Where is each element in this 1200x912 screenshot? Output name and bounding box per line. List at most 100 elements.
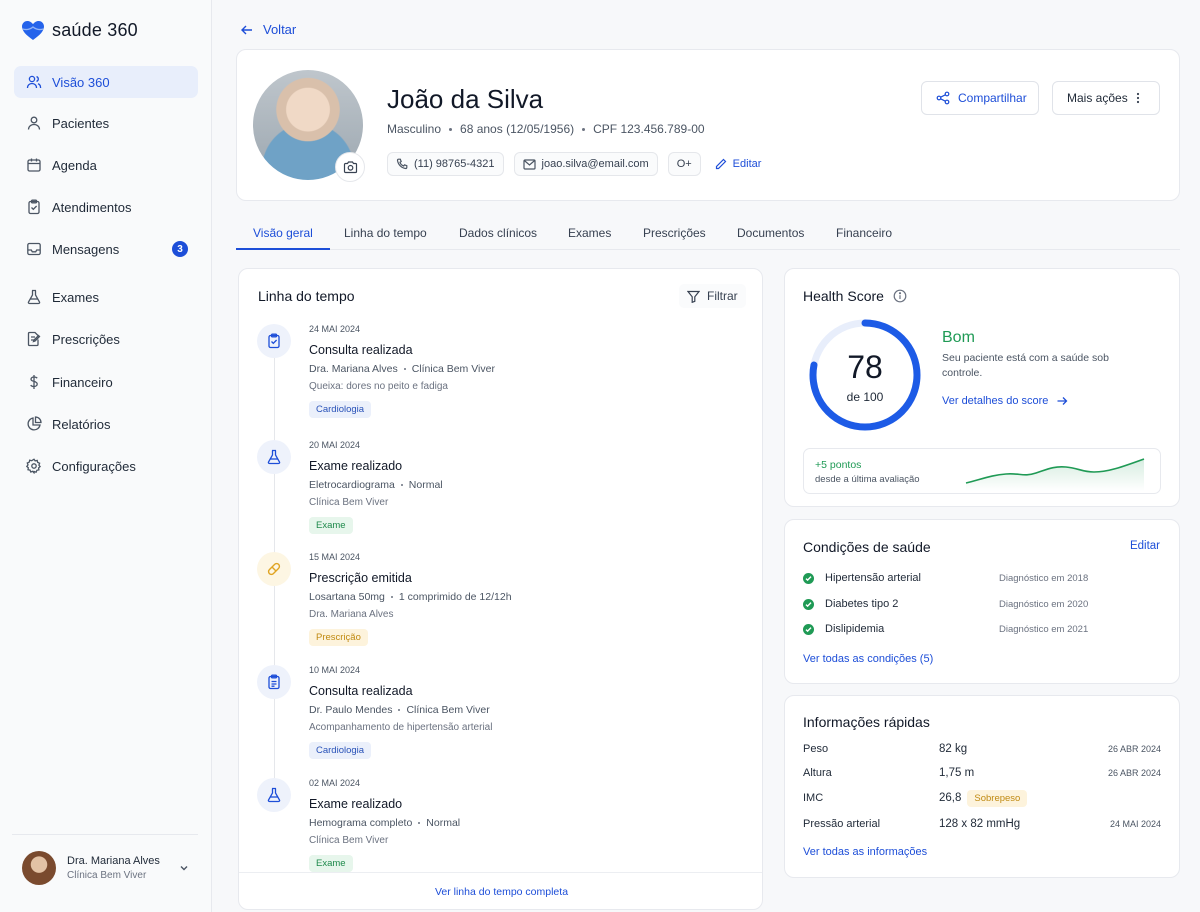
camera-icon[interactable] xyxy=(335,152,365,182)
sparkline-area xyxy=(966,459,1144,491)
sidebar-item-label: Visão 360 xyxy=(52,74,110,90)
see-all-info-link[interactable]: Ver todas as informações xyxy=(803,846,927,858)
clipboard-icon xyxy=(26,199,42,215)
trend-sparkline xyxy=(965,458,1145,491)
quick-info-row: Altura 1,75 m 26 ABR 2024 xyxy=(803,764,1161,782)
quick-info-value: 128 x 82 mmHg xyxy=(939,818,1021,830)
timeline-title-text: Exame realizado xyxy=(309,797,403,811)
tab-dados-clinicos[interactable]: Dados clínicos xyxy=(442,222,554,250)
separator-dot xyxy=(418,822,421,824)
tab-visao-geral[interactable]: Visão geral xyxy=(236,222,330,250)
user-icon xyxy=(26,115,42,131)
condition-date: Diagnóstico em 2018 xyxy=(999,572,1089,584)
separator-dot xyxy=(449,127,453,131)
condition-name: Dislipidemia xyxy=(825,623,885,635)
document-icon xyxy=(257,665,291,699)
more-actions-button[interactable]: Mais ações xyxy=(1052,81,1160,115)
timeline-date: 15 MAI 2024 xyxy=(309,552,361,562)
edit-conditions-link[interactable]: Editar xyxy=(1130,540,1160,552)
timeline-tag: Exame xyxy=(309,855,353,872)
tab-prescricoes[interactable]: Prescrições xyxy=(626,222,723,250)
sidebar-item-prescricoes[interactable]: Prescrições xyxy=(14,323,198,355)
timeline-full-link[interactable]: Ver linha do tempo completa xyxy=(239,872,762,909)
edit-label: Editar xyxy=(732,158,762,170)
timeline-sub-b: 1 comprimido de 12/12h xyxy=(398,591,512,603)
timeline-sub-b: Normal xyxy=(426,817,461,829)
quick-info-date: 24 MAI 2024 xyxy=(1109,819,1161,829)
arrow-left-icon xyxy=(240,23,254,37)
status-badge: Sobrepeso xyxy=(967,789,1028,807)
sidebar-item-relatorios[interactable]: Relatórios xyxy=(14,408,198,440)
patient-name: João da Silva xyxy=(387,84,544,114)
see-all-conditions-link[interactable]: Ver todas as condições (5) xyxy=(803,653,933,665)
blood-type-chip: O+ xyxy=(667,152,701,176)
back-link[interactable]: Voltar xyxy=(240,22,296,37)
tab-linha-do-tempo[interactable]: Linha do tempo xyxy=(327,222,444,250)
tab-financeiro[interactable]: Financeiro xyxy=(819,222,909,250)
sidebar-item-label: Atendimentos xyxy=(52,199,132,215)
timeline-subtitle: Hemograma completo Normal xyxy=(309,817,460,829)
phone-chip[interactable]: (11) 98765-4321 xyxy=(387,152,504,176)
timeline-subtitle: Losartana 50mg 1 comprimido de 12/12h xyxy=(309,591,512,603)
health-conditions-card: Condições de saúde Editar Hipertensão ar… xyxy=(784,519,1180,684)
timeline-sub-b: Normal xyxy=(408,479,443,491)
dollar-icon xyxy=(26,374,42,390)
timeline-date: 02 MAI 2024 xyxy=(309,778,361,788)
email-chip[interactable]: joao.silva@email.com xyxy=(513,152,658,176)
filter-button[interactable]: Filtrar xyxy=(679,284,746,308)
quick-info-label: Altura xyxy=(803,767,832,779)
sidebar-item-configuracoes[interactable]: Configurações xyxy=(14,450,198,482)
sidebar-item-exames[interactable]: Exames xyxy=(14,281,198,313)
sidebar-item-agenda[interactable]: Agenda xyxy=(14,149,198,181)
patient-age: 68 anos (12/05/1956) xyxy=(460,122,575,136)
check-circle-icon xyxy=(803,572,814,584)
messages-count-badge: 3 xyxy=(172,241,188,257)
quick-info-value: 82 kg xyxy=(939,743,968,755)
share-button[interactable]: Compartilhar xyxy=(921,81,1039,115)
condition-name: Diabetes tipo 2 xyxy=(825,598,899,610)
sidebar-item-mensagens[interactable]: Mensagens 3 xyxy=(14,233,198,265)
patient-cpf: CPF 123.456.789-00 xyxy=(593,122,705,136)
timeline-title: Linha do tempo xyxy=(258,288,355,304)
separator-dot xyxy=(398,709,401,711)
user-menu[interactable]: Dra. Mariana Alves Clínica Bem Viver xyxy=(12,834,198,900)
sidebar-item-financeiro[interactable]: Financeiro xyxy=(14,366,198,398)
timeline-title-text: Exame realizado xyxy=(309,459,403,473)
flask-icon xyxy=(257,778,291,812)
timeline-title-text: Consulta realizada xyxy=(309,343,413,357)
timeline-date: 10 MAI 2024 xyxy=(309,665,361,675)
timeline-note: Clínica Bem Viver xyxy=(309,835,389,846)
health-score-card: Health Score 78 de 100 Bom Seu paciente … xyxy=(784,268,1180,507)
gear-icon xyxy=(26,458,42,474)
quick-info-date: 26 ABR 2024 xyxy=(1107,768,1161,778)
score-details-link[interactable]: Ver detalhes do score xyxy=(942,395,1068,407)
info-icon[interactable] xyxy=(893,289,907,303)
quick-info-row: IMC 26,8 Sobrepeso xyxy=(803,789,1161,807)
chevron-down-icon[interactable] xyxy=(178,862,190,874)
user-name: Dra. Mariana Alves xyxy=(67,854,160,867)
tab-exames[interactable]: Exames xyxy=(551,222,628,250)
prescription-icon xyxy=(26,331,42,347)
timeline-sub-a: Eletrocardiograma xyxy=(309,479,395,491)
brand-logo[interactable]: saúde 360 xyxy=(22,20,138,41)
timeline-tag: Cardiologia xyxy=(309,742,372,759)
pencil-icon xyxy=(715,158,727,170)
email-text: joao.silva@email.com xyxy=(541,158,649,170)
health-score-status: Bom xyxy=(942,329,975,346)
flask-icon xyxy=(26,289,42,305)
blood-type-text: O+ xyxy=(676,158,692,170)
pill-icon xyxy=(257,552,291,586)
sidebar-item-atendimentos[interactable]: Atendimentos xyxy=(14,191,198,223)
tab-documentos[interactable]: Documentos xyxy=(720,222,821,250)
sidebar-item-pacientes[interactable]: Pacientes xyxy=(14,107,198,139)
share-icon xyxy=(936,91,950,105)
edit-patient-link[interactable]: Editar xyxy=(715,158,762,170)
timeline-sub-a: Dra. Mariana Alves xyxy=(309,363,398,375)
patient-header-card: João da Silva Masculino 68 anos (12/05/1… xyxy=(236,49,1180,201)
timeline-sub-a: Dr. Paulo Mendes xyxy=(309,704,393,716)
timeline-sub-a: Losartana 50mg xyxy=(309,591,385,603)
health-score-max: de 100 xyxy=(846,390,884,404)
sidebar-item-visao-360[interactable]: Visão 360 xyxy=(14,66,198,98)
sidebar-item-label: Relatórios xyxy=(52,416,111,432)
timeline-card: Linha do tempo Filtrar 24 MAI 2024 Consu… xyxy=(238,268,763,910)
